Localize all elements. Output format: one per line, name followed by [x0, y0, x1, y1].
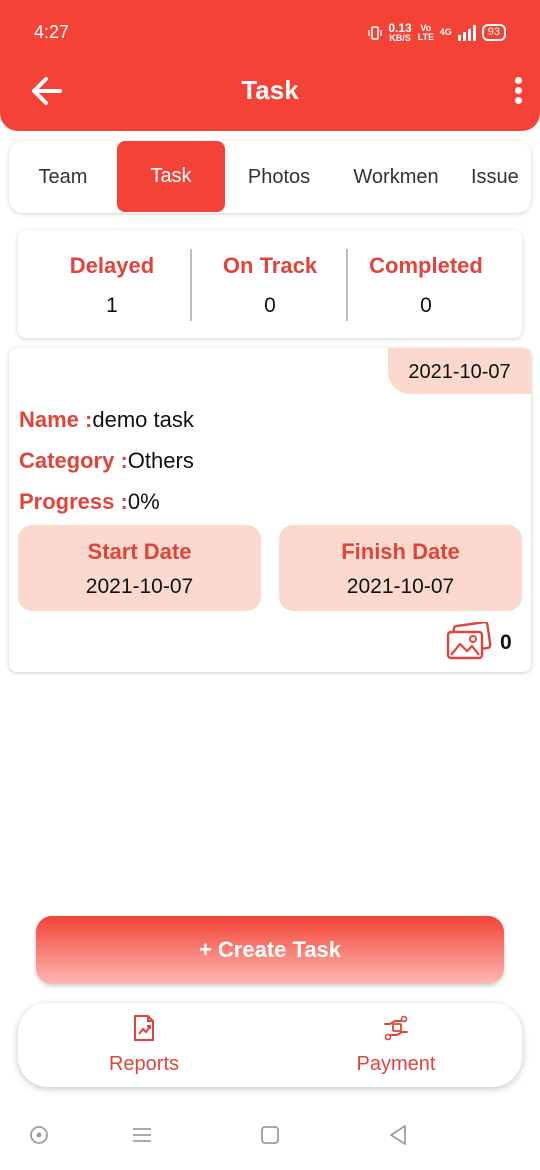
summary-value: 0 [264, 294, 276, 317]
task-category-row: Category :Others [19, 448, 194, 474]
start-date-box: Start Date 2021-10-07 [18, 525, 261, 611]
task-summary-card: Delayed 1 On Track 0 Completed 0 [18, 230, 522, 338]
task-name-label: Name : [19, 407, 93, 432]
status-icons: 0.13 KB/S Vo LTE 4G 93 [368, 22, 506, 43]
summary-label: On Track [222, 253, 318, 278]
vibrate-icon [368, 25, 383, 40]
nav-reports-label: Reports [108, 1053, 180, 1075]
task-name-value: demo task [92, 407, 194, 432]
finish-date-value: 2021-10-07 [346, 575, 455, 598]
task-progress-label: Progress : [19, 489, 128, 514]
tab-issue[interactable]: Issue [471, 141, 531, 213]
net-speed: 0.13 KB/S [388, 21, 412, 43]
nav-payment-label: Payment [356, 1053, 436, 1075]
finish-date-label: Finish Date [341, 539, 460, 564]
summary-delayed[interactable]: Delayed 1 [28, 230, 196, 338]
task-category-label: Category : [19, 448, 128, 473]
summary-completed[interactable]: Completed 0 [342, 230, 510, 338]
signal-icon [457, 24, 476, 41]
back-triangle-icon[interactable] [386, 1123, 410, 1147]
task-name-row: Name :demo task [19, 407, 194, 433]
status-time: 4:27 [34, 22, 70, 42]
assistant-circle-icon[interactable] [27, 1123, 51, 1147]
tab-workmen[interactable]: Workmen [339, 141, 453, 213]
task-date-badge: 2021-10-07 [388, 348, 531, 394]
image-gallery-icon [446, 620, 492, 660]
more-menu-button[interactable] [512, 74, 524, 106]
nav-payment[interactable]: Payment [296, 1003, 496, 1087]
page-title: Task [241, 75, 299, 105]
system-navigation-bar [0, 1107, 540, 1167]
tab-task[interactable]: Task [117, 141, 225, 212]
tab-bar: Team Task Photos Workmen Issue [9, 141, 531, 213]
bottom-nav: Reports Payment [18, 1003, 522, 1087]
payment-icon [384, 1015, 408, 1041]
app-bar: 4:27 0.13 KB/S Vo LTE 4G 93 Task [0, 0, 540, 131]
task-progress-value: 0% [127, 489, 160, 514]
task-card[interactable]: 2021-10-07 Name :demo task Category :Oth… [9, 348, 531, 672]
start-date-label: Start Date [87, 539, 192, 564]
photo-count: 0 [500, 631, 512, 654]
volte-indicator: Vo LTE [417, 22, 435, 42]
nav-reports[interactable]: Reports [44, 1003, 244, 1087]
recent-apps-icon[interactable] [130, 1123, 154, 1147]
tab-team[interactable]: Team [9, 141, 117, 213]
summary-label: Delayed [69, 253, 155, 278]
photos-button[interactable] [446, 620, 492, 662]
create-task-button[interactable]: + Create Task [36, 916, 504, 984]
signal-type: 4G [439, 27, 452, 37]
report-icon [134, 1015, 154, 1041]
start-date-value: 2021-10-07 [85, 575, 194, 598]
summary-on-track[interactable]: On Track 0 [186, 230, 354, 338]
summary-value: 0 [420, 294, 432, 317]
battery-indicator: 93 [481, 24, 506, 41]
task-progress-row: Progress :0% [19, 489, 160, 515]
finish-date-box: Finish Date 2021-10-07 [279, 525, 522, 611]
more-vertical-icon [515, 77, 522, 84]
summary-label: Completed [369, 253, 483, 278]
home-icon[interactable] [258, 1123, 282, 1147]
tab-photos[interactable]: Photos [225, 141, 333, 213]
task-category-value: Others [127, 448, 194, 473]
summary-value: 1 [106, 294, 118, 317]
